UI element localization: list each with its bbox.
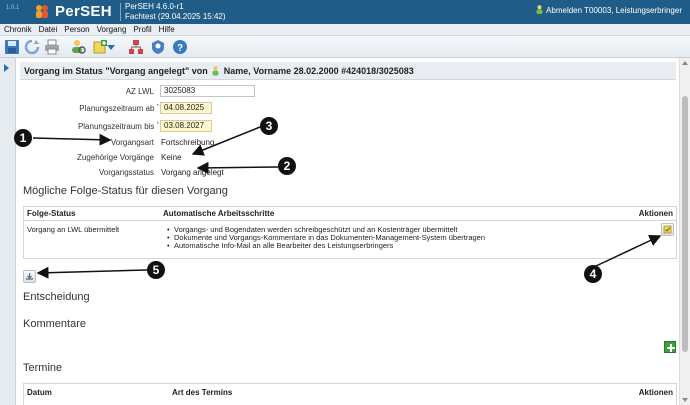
menu-person[interactable]: Person xyxy=(60,24,92,36)
toolbar: ? xyxy=(0,36,690,58)
print-icon[interactable] xyxy=(44,39,60,55)
network-icon[interactable] xyxy=(128,39,144,55)
zugehoerige-vorgaenge-value: Keine xyxy=(161,153,182,162)
refresh-icon[interactable] xyxy=(24,39,40,55)
logout-label: Abmelden T00003, Leistungserbringer xyxy=(546,6,682,15)
side-rail xyxy=(0,58,16,405)
scroll-thumb[interactable] xyxy=(682,96,688,352)
vertical-scrollbar[interactable] xyxy=(679,58,690,405)
planungszeitraum-bis-label: Planungszeitraum bis * xyxy=(77,122,159,131)
scroll-up-icon[interactable] xyxy=(682,61,688,65)
menu-hilfe[interactable]: Hilfe xyxy=(155,24,178,36)
vorgangsstatus-label: Vorgangsstatus xyxy=(98,168,154,177)
main-panel: Vorgang im Status "Vorgang angelegt" von… xyxy=(17,58,679,405)
planungszeitraum-ab-label: Planungszeitraum ab * xyxy=(79,104,159,113)
person-icon xyxy=(212,66,219,76)
download-button[interactable] xyxy=(23,270,36,283)
kommentare-heading: Kommentare xyxy=(23,318,86,330)
expand-arrow-icon[interactable] xyxy=(4,64,9,72)
person-icon xyxy=(536,5,543,14)
vorgangsart-value: Fortschreibung xyxy=(161,138,215,147)
az-label: AZ LWL xyxy=(125,87,154,96)
help-icon[interactable]: ? xyxy=(172,39,188,55)
title-divider xyxy=(120,3,121,21)
col-arbeitsschritte: Automatische Arbeitsschritte xyxy=(163,209,275,218)
small-version: 1.0.1 xyxy=(6,5,20,11)
folge-status-heading: Mögliche Folge-Status für diesen Vorgang xyxy=(23,185,228,197)
az-input[interactable]: 3025083 xyxy=(160,85,255,97)
col-datum: Datum xyxy=(27,388,52,397)
status-change-icon xyxy=(663,225,672,234)
app-info: PerSEH 4.6.0-r1 Fachtest (29.04.2025 15:… xyxy=(125,2,226,22)
col-termine-aktionen: Aktionen xyxy=(638,388,673,397)
page-title: Vorgang im Status "Vorgang angelegt" von… xyxy=(20,62,676,80)
termine-table: Datum Art des Termins Aktionen xyxy=(23,383,677,405)
perseh-logo-icon xyxy=(36,5,48,18)
logo-text: PerSEH xyxy=(55,3,112,20)
app-environment: Fachtest (29.04.2025 15:42) xyxy=(125,12,226,21)
title-prefix: Vorgang im Status "Vorgang angelegt" von xyxy=(24,66,208,76)
menu-datei[interactable]: Datei xyxy=(35,24,61,36)
callout-1: 1 xyxy=(14,129,32,147)
entscheidung-heading: Entscheidung xyxy=(23,291,90,303)
menu-vorgang[interactable]: Vorgang xyxy=(93,24,130,36)
add-comment-button[interactable] xyxy=(664,341,676,353)
chevron-down-icon[interactable] xyxy=(106,39,116,55)
app-version: PerSEH 4.6.0-r1 xyxy=(125,2,184,11)
callout-5: 5 xyxy=(147,261,165,279)
header-rule xyxy=(24,220,676,221)
planungszeitraum-ab-input[interactable]: 04.08.2025 xyxy=(160,102,212,114)
person-search-icon[interactable] xyxy=(70,39,86,55)
callout-4: 4 xyxy=(584,265,602,283)
list-item: Automatische Info-Mail an alle Bearbeite… xyxy=(167,241,393,250)
menu-chronik[interactable]: Chronik xyxy=(0,24,35,36)
menu-profil[interactable]: Profil xyxy=(129,24,154,36)
badge-icon[interactable] xyxy=(150,39,166,55)
menu-bar: Chronik Datei Person Vorgang Profil Hilf… xyxy=(0,24,690,36)
row-folge-status: Vorgang an LWL übermittelt xyxy=(27,225,120,234)
title-bar: 1.0.1 PerSEH PerSEH 4.6.0-r1 Fachtest (2… xyxy=(0,0,690,24)
zugehoerige-vorgaenge-label: Zugehörige Vorgänge xyxy=(77,153,154,162)
folge-status-table: Folge-Status Automatische Arbeitsschritt… xyxy=(23,206,677,259)
col-folge-status: Folge-Status xyxy=(27,209,76,218)
planungszeitraum-bis-input[interactable]: 03.08.2027 xyxy=(160,120,212,132)
col-aktionen: Aktionen xyxy=(638,209,673,218)
callout-3: 3 xyxy=(260,117,278,135)
callout-2: 2 xyxy=(278,157,296,175)
logout-link[interactable]: Abmelden T00003, Leistungserbringer xyxy=(536,5,682,15)
save-icon[interactable] xyxy=(4,39,20,55)
svg-text:?: ? xyxy=(177,43,183,54)
vorgangsart-label: Vorgangsart xyxy=(110,138,154,147)
download-icon xyxy=(26,273,33,280)
scroll-down-icon[interactable] xyxy=(682,398,688,402)
termine-heading: Termine xyxy=(23,362,63,374)
vorgangsstatus-value: Vorgang angelegt xyxy=(161,168,224,177)
status-change-button[interactable] xyxy=(661,223,674,236)
col-art-des-termins: Art des Termins xyxy=(172,388,233,397)
title-suffix: Name, Vorname 28.02.2000 #424018/3025083 xyxy=(223,66,414,76)
